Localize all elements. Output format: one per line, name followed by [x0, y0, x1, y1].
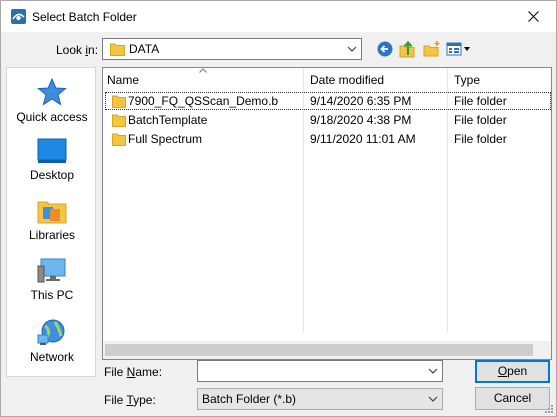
network-icon — [37, 319, 65, 345]
file-date: 9/14/2020 6:35 PM — [310, 94, 412, 108]
place-label: Network — [29, 350, 74, 364]
file-list[interactable]: Name Date modified Type 7900_FQ_QSScan_D… — [102, 67, 552, 360]
libraries-icon — [37, 201, 67, 224]
file-type-value: Batch Folder (*.b) — [202, 392, 297, 406]
batch-app-icon — [11, 9, 26, 24]
place-label: This PC — [30, 288, 74, 302]
up-folder-icon — [399, 40, 415, 58]
file-row[interactable]: BatchTemplate 9/18/2020 4:38 PM File fol… — [103, 111, 551, 130]
column-header-type[interactable]: Type — [448, 68, 551, 92]
look-in-dropdown[interactable]: DATA — [102, 38, 362, 60]
file-row[interactable]: 7900_FQ_QSScan_Demo.b 9/14/2020 6:35 PM … — [103, 92, 551, 111]
close-button[interactable] — [510, 1, 556, 32]
scrollbar-thumb[interactable] — [105, 344, 533, 356]
resize-grip-icon[interactable] — [544, 404, 554, 414]
title-bar: Select Batch Folder — [1, 1, 556, 32]
look-in-value: DATA — [129, 42, 160, 56]
select-batch-folder-dialog: Select Batch Folder Look in: DATA Quick … — [0, 0, 557, 417]
file-name-input[interactable] — [197, 360, 443, 382]
file-name-label: File Name: — [104, 365, 163, 379]
star-icon — [37, 78, 67, 106]
file-name: 7900_FQ_QSScan_Demo.b — [128, 94, 279, 108]
file-row[interactable]: Full Spectrum 9/11/2020 11:01 AM File fo… — [103, 130, 551, 149]
view-menu-icon — [446, 42, 470, 56]
look-in-label: Look in: — [56, 43, 99, 57]
new-folder-button[interactable] — [422, 39, 442, 59]
chevron-down-icon — [347, 46, 357, 52]
view-menu-button[interactable] — [446, 39, 472, 59]
chevron-down-icon[interactable] — [428, 366, 438, 376]
folder-icon — [110, 43, 125, 56]
folder-icon — [112, 133, 126, 146]
file-name: BatchTemplate — [128, 113, 208, 127]
new-folder-icon — [423, 41, 440, 57]
file-name: Full Spectrum — [128, 132, 203, 146]
up-folder-button[interactable] — [398, 39, 418, 59]
window-title: Select Batch Folder — [32, 10, 137, 24]
place-quick-access[interactable]: Quick access — [7, 78, 97, 124]
this-pc-icon — [37, 258, 66, 283]
place-libraries[interactable]: Libraries — [7, 198, 97, 242]
file-type-label: File Type: — [104, 393, 156, 407]
cancel-button[interactable]: Cancel — [475, 387, 550, 410]
desktop-icon — [37, 138, 67, 163]
file-type: File folder — [454, 113, 507, 127]
file-date: 9/18/2020 4:38 PM — [310, 113, 412, 127]
place-label: Desktop — [29, 168, 75, 182]
column-header-name[interactable]: Name — [103, 68, 303, 92]
folder-icon — [112, 114, 126, 127]
file-type-dropdown[interactable]: Batch Folder (*.b) — [197, 388, 443, 410]
column-header-date-modified[interactable]: Date modified — [304, 68, 447, 92]
file-type: File folder — [454, 132, 507, 146]
folder-icon — [112, 95, 126, 108]
place-label: Quick access — [16, 110, 88, 124]
place-this-pc[interactable]: This PC — [7, 258, 97, 302]
back-arrow-icon — [377, 41, 393, 57]
place-network[interactable]: Network — [7, 318, 97, 364]
close-icon — [527, 11, 539, 22]
file-type: File folder — [454, 94, 507, 108]
place-label: Libraries — [28, 228, 76, 242]
places-bar: Quick access Desktop Libraries This PC N… — [6, 67, 96, 377]
open-button[interactable]: Open — [475, 360, 550, 383]
back-button[interactable] — [375, 39, 395, 59]
file-date: 9/11/2020 11:01 AM — [310, 132, 416, 146]
place-desktop[interactable]: Desktop — [7, 138, 97, 182]
horizontal-scrollbar[interactable] — [103, 341, 551, 359]
chevron-down-icon — [428, 396, 438, 402]
